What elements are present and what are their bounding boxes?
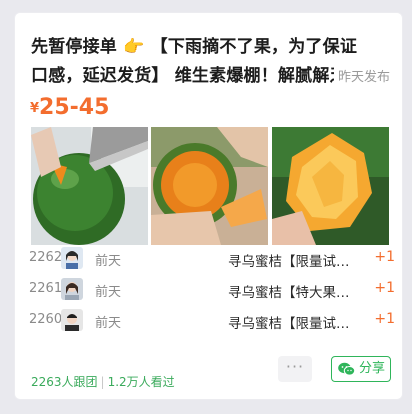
avatar [61, 309, 83, 331]
order-quantity: +1 [374, 249, 395, 265]
order-product: 寻乌蜜桔【限量试… [228, 316, 350, 332]
title-text-part1: 先暂停接单 [31, 37, 117, 57]
avatar [61, 278, 83, 300]
share-label: 分享 [359, 361, 386, 376]
order-number: 2262 [29, 250, 63, 265]
orange-segments-image[interactable] [272, 127, 389, 245]
order-row[interactable]: 2260 前天 寻乌蜜桔【限量试… +1 [29, 309, 395, 332]
order-product: 寻乌蜜桔【限量试… [228, 254, 350, 270]
price-range: 25-45 [39, 95, 110, 120]
wechat-icon [338, 362, 355, 376]
image-gallery [31, 127, 389, 245]
price-symbol: ¥ [30, 101, 40, 116]
order-product: 寻乌蜜桔【特大果… [228, 285, 350, 301]
order-quantity: +1 [374, 311, 395, 327]
pointing-hand-icon: 👉 [123, 37, 145, 57]
order-time: 前天 [95, 316, 122, 331]
post-title[interactable]: 先暂停接单 👉 【下雨摘不了果，为了保证口感，延迟发货】 维生素爆棚！解腻解乏 [31, 33, 367, 91]
peeled-orange-in-hand-image[interactable] [151, 127, 268, 245]
stats-divider: | [100, 375, 105, 389]
order-time: 前天 [95, 285, 122, 300]
order-number: 2261 [29, 281, 63, 296]
order-time: 前天 [95, 254, 122, 269]
order-quantity: +1 [374, 280, 395, 296]
post-stats: 2263人跟团 | 1.2万人看过 [31, 373, 175, 390]
publish-time: 昨天发布 [333, 66, 390, 85]
avatar [61, 247, 83, 269]
price: ¥25-45 [30, 95, 109, 120]
share-button[interactable]: 分享 [331, 356, 391, 382]
followers-count: 2263人跟团 [31, 375, 98, 389]
more-button[interactable]: ··· [278, 356, 312, 382]
post-card[interactable]: 先暂停接单 👉 【下雨摘不了果，为了保证口感，延迟发货】 维生素爆棚！解腻解乏 … [14, 12, 403, 400]
order-number: 2260 [29, 312, 63, 327]
order-row[interactable]: 2262 前天 寻乌蜜桔【限量试… +1 [29, 247, 395, 270]
orange-being-cut-image[interactable] [31, 127, 148, 245]
order-row[interactable]: 2261 前天 寻乌蜜桔【特大果… +1 [29, 278, 395, 301]
views-count: 1.2万人看过 [107, 375, 175, 389]
